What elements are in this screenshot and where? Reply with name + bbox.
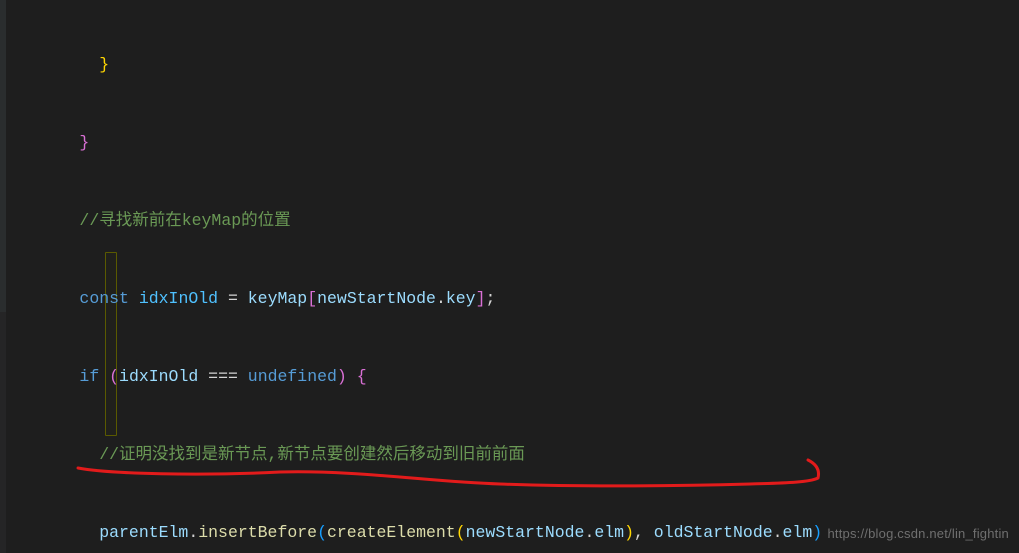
code-line[interactable]: const idxInOld = keyMap[newStartNode.key… bbox=[20, 286, 1019, 312]
code-line[interactable]: } bbox=[20, 52, 1019, 78]
identifier: newStartNode bbox=[317, 289, 436, 308]
comment: //证明没找到是新节点,新节点要创建然后移动到旧前前面 bbox=[99, 445, 525, 464]
undefined-literal: undefined bbox=[248, 367, 337, 386]
code-line[interactable]: if (idxInOld === undefined) { bbox=[20, 364, 1019, 390]
comment: //寻找新前在keyMap的位置 bbox=[79, 211, 290, 230]
brace: } bbox=[79, 133, 89, 152]
brace: } bbox=[99, 55, 109, 74]
code-line[interactable]: //寻找新前在keyMap的位置 bbox=[20, 208, 1019, 234]
identifier: key bbox=[446, 289, 476, 308]
code-line[interactable]: parentElm.insertBefore(createElement(new… bbox=[20, 520, 1019, 546]
identifier: parentElm bbox=[99, 523, 188, 542]
identifier: keyMap bbox=[248, 289, 307, 308]
code-area[interactable]: } } //寻找新前在keyMap的位置 const idxInOld = ke… bbox=[6, 0, 1019, 553]
code-line[interactable]: } bbox=[20, 130, 1019, 156]
identifier: elm bbox=[594, 523, 624, 542]
identifier: idxInOld bbox=[139, 289, 218, 308]
identifier: idxInOld bbox=[119, 367, 198, 386]
identifier: elm bbox=[783, 523, 813, 542]
keyword: if bbox=[79, 367, 99, 386]
code-line[interactable]: //证明没找到是新节点,新节点要创建然后移动到旧前前面 bbox=[20, 442, 1019, 468]
function-call: createElement bbox=[327, 523, 456, 542]
code-editor[interactable]: } } //寻找新前在keyMap的位置 const idxInOld = ke… bbox=[0, 0, 1019, 553]
identifier: oldStartNode bbox=[654, 523, 773, 542]
keyword: const bbox=[79, 289, 129, 308]
function-call: insertBefore bbox=[198, 523, 317, 542]
identifier: newStartNode bbox=[466, 523, 585, 542]
operator: === bbox=[208, 367, 238, 386]
